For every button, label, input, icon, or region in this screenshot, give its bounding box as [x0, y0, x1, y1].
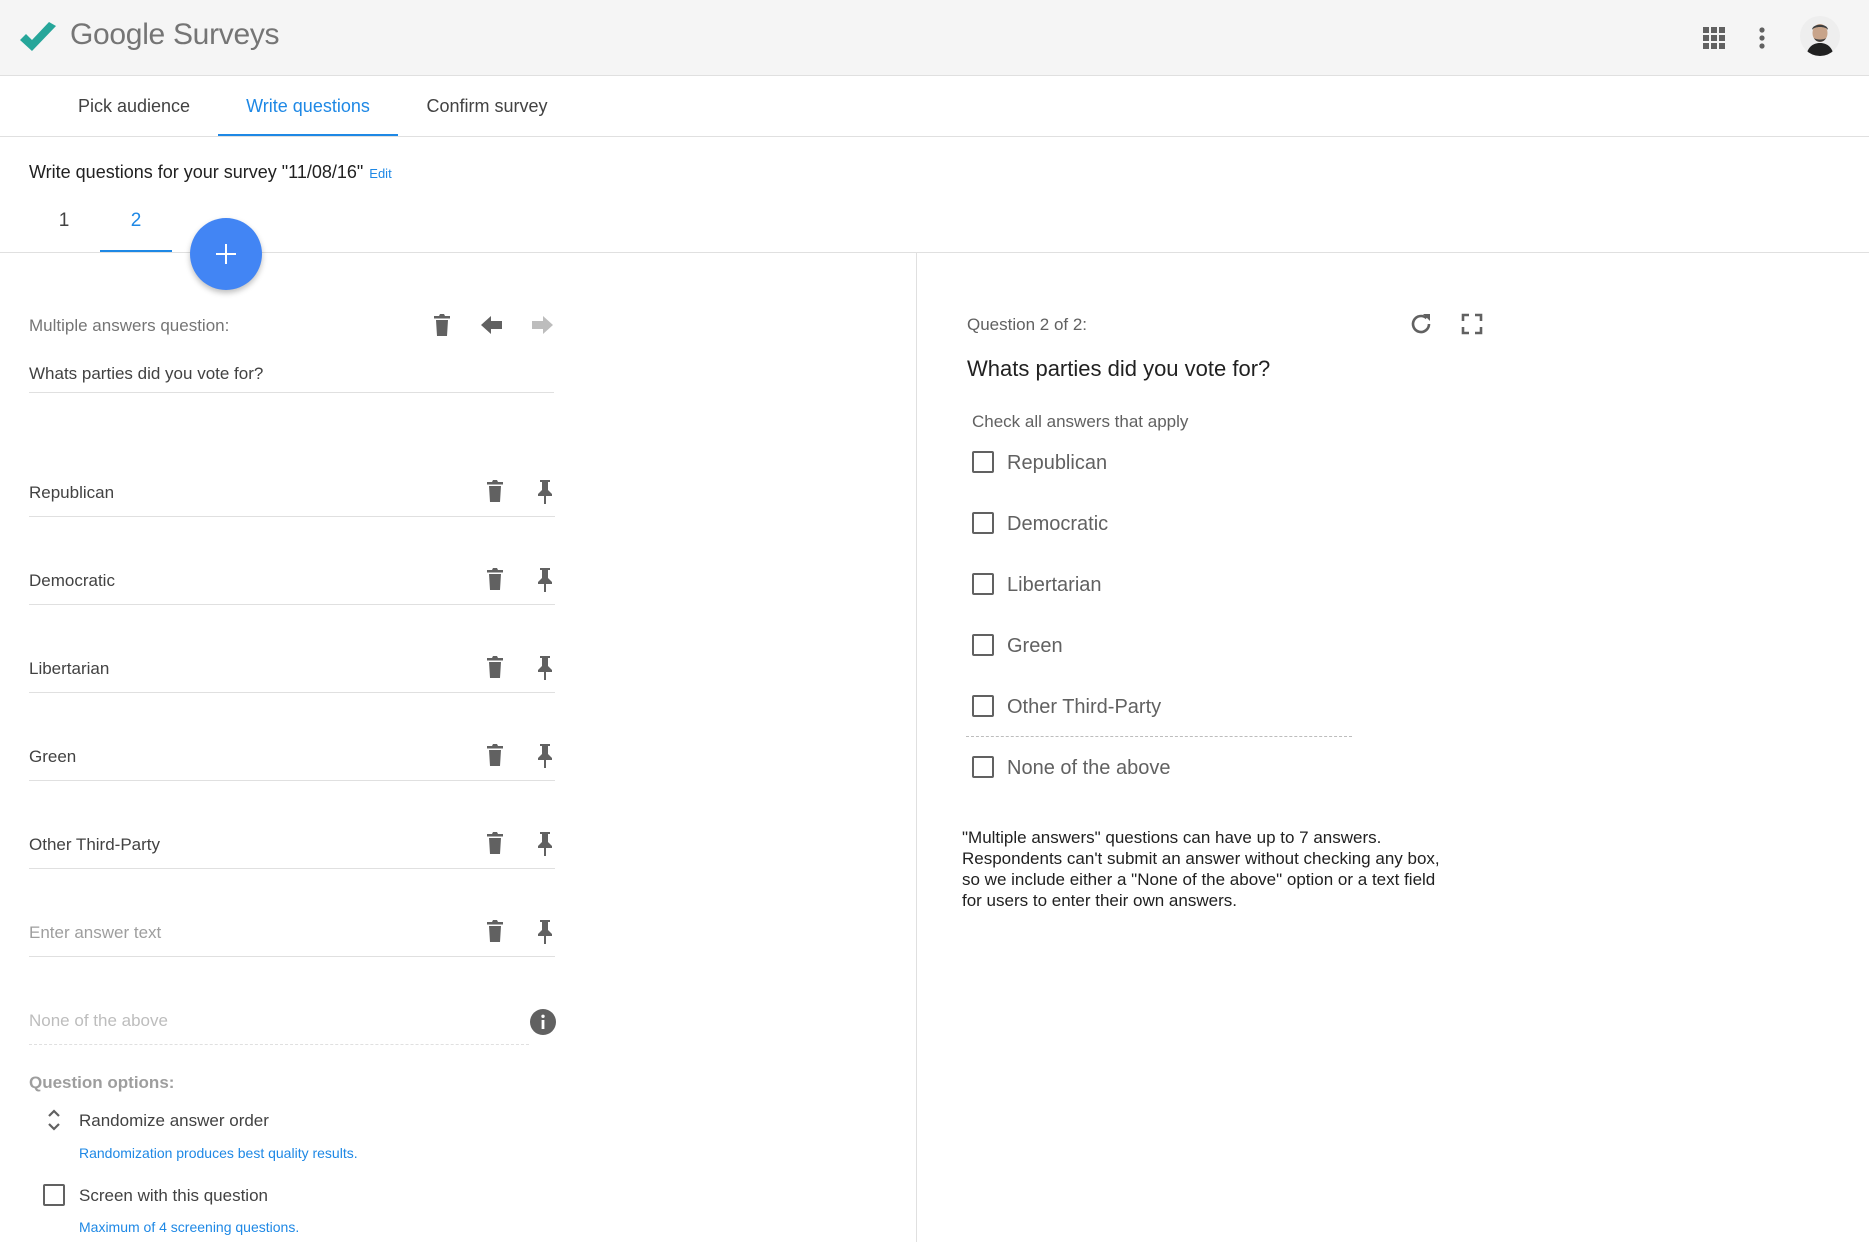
screen-hint[interactable]: Maximum of 4 screening questions. — [79, 1219, 299, 1235]
option-label[interactable]: Libertarian — [1007, 574, 1102, 597]
option-checkbox[interactable] — [972, 451, 994, 473]
edit-link[interactable]: Edit — [369, 166, 391, 181]
more-vert-icon[interactable] — [1752, 24, 1772, 52]
trash-icon[interactable] — [481, 741, 509, 769]
brand-name[interactable]: Google Surveys — [70, 18, 280, 52]
trash-icon[interactable] — [481, 477, 509, 505]
answer-text[interactable]: Green — [29, 747, 76, 767]
add-question-button[interactable] — [190, 218, 262, 290]
pin-icon[interactable] — [531, 653, 559, 681]
panel-divider — [916, 253, 917, 1242]
survey-title: Write questions for your survey "11/08/1… — [29, 162, 364, 182]
pin-icon[interactable] — [531, 477, 559, 505]
option-checkbox[interactable] — [972, 756, 994, 778]
fullscreen-icon[interactable] — [1458, 310, 1486, 338]
step-write-questions[interactable]: Write questions — [218, 76, 398, 136]
preview-counter: Question 2 of 2: — [967, 315, 1088, 334]
pin-icon[interactable] — [531, 917, 559, 945]
plus-icon — [216, 244, 236, 264]
question-options-title: Question options: — [29, 1073, 175, 1092]
option-checkbox[interactable] — [972, 573, 994, 595]
answer-text[interactable]: Democratic — [29, 571, 115, 591]
avatar[interactable] — [1800, 16, 1840, 56]
survey-title-line: Write questions for your survey "11/08/1… — [29, 162, 392, 183]
pin-icon[interactable] — [531, 829, 559, 857]
step-pick-audience[interactable]: Pick audience — [54, 76, 214, 136]
screen-checkbox[interactable] — [43, 1184, 65, 1206]
answer-row[interactable]: Democratic — [29, 565, 555, 605]
trash-icon[interactable] — [481, 565, 509, 593]
randomize-label[interactable]: Randomize answer order — [79, 1111, 269, 1131]
none-of-the-above-row: None of the above — [29, 1005, 529, 1045]
answer-input-placeholder[interactable]: Enter answer text — [29, 923, 161, 943]
question-tab-1[interactable]: 1 — [28, 200, 100, 252]
question-tabs: 1 2 — [0, 200, 1869, 253]
preview-question: Whats parties did you vote for? — [967, 356, 1271, 381]
checkmark-logo-icon[interactable] — [18, 18, 58, 58]
none-option-text: None of the above — [29, 1011, 168, 1030]
option-label[interactable]: None of the above — [1007, 757, 1170, 780]
preview-separator — [966, 736, 1352, 737]
move-right-arrow-icon — [532, 316, 553, 334]
trash-icon[interactable] — [481, 917, 509, 945]
option-label[interactable]: Democratic — [1007, 513, 1108, 536]
note-line: Respondents can't submit an answer witho… — [962, 849, 1440, 868]
question-tab-2[interactable]: 2 — [100, 200, 172, 252]
note-line: so we include either a "None of the abov… — [962, 870, 1436, 889]
answer-row[interactable]: Libertarian — [29, 653, 555, 693]
option-checkbox[interactable] — [972, 695, 994, 717]
answer-text[interactable]: Republican — [29, 483, 114, 503]
unfold-icon — [48, 1109, 60, 1131]
info-icon[interactable] — [529, 1008, 557, 1036]
option-label[interactable]: Other Third-Party — [1007, 696, 1161, 719]
option-checkbox[interactable] — [972, 634, 994, 656]
top-bar: Google Surveys — [0, 0, 1869, 76]
preview-hint: Check all answers that apply — [972, 412, 1189, 431]
apps-grid-icon[interactable] — [1700, 24, 1728, 52]
answer-row[interactable]: Other Third-Party — [29, 829, 555, 869]
question-text-field[interactable]: Whats parties did you vote for? — [29, 364, 554, 393]
preview-note: "Multiple answers" questions can have up… — [962, 827, 1482, 911]
option-checkbox[interactable] — [972, 512, 994, 534]
step-tabs: Pick audience Write questions Confirm su… — [0, 76, 1869, 137]
trash-icon[interactable] — [481, 653, 509, 681]
move-left-arrow-icon[interactable] — [478, 311, 506, 339]
pin-icon[interactable] — [531, 565, 559, 593]
answer-row[interactable]: Republican — [29, 477, 555, 517]
delete-question-trash-icon[interactable] — [428, 311, 456, 339]
answer-text[interactable]: Libertarian — [29, 659, 109, 679]
note-line: for users to enter their own answers. — [962, 891, 1237, 910]
randomize-hint[interactable]: Randomization produces best quality resu… — [79, 1145, 358, 1161]
answer-row[interactable]: Green — [29, 741, 555, 781]
pin-icon[interactable] — [531, 741, 559, 769]
screen-label[interactable]: Screen with this question — [79, 1186, 268, 1206]
step-confirm-survey[interactable]: Confirm survey — [408, 76, 566, 136]
answer-row-new[interactable]: Enter answer text — [29, 917, 555, 957]
option-label[interactable]: Green — [1007, 635, 1063, 658]
answer-text[interactable]: Other Third-Party — [29, 835, 160, 855]
question-type-label: Multiple answers question: — [29, 316, 230, 335]
trash-icon[interactable] — [481, 829, 509, 857]
note-line: "Multiple answers" questions can have up… — [962, 828, 1382, 847]
refresh-icon[interactable] — [1407, 310, 1435, 338]
option-label[interactable]: Republican — [1007, 452, 1107, 475]
